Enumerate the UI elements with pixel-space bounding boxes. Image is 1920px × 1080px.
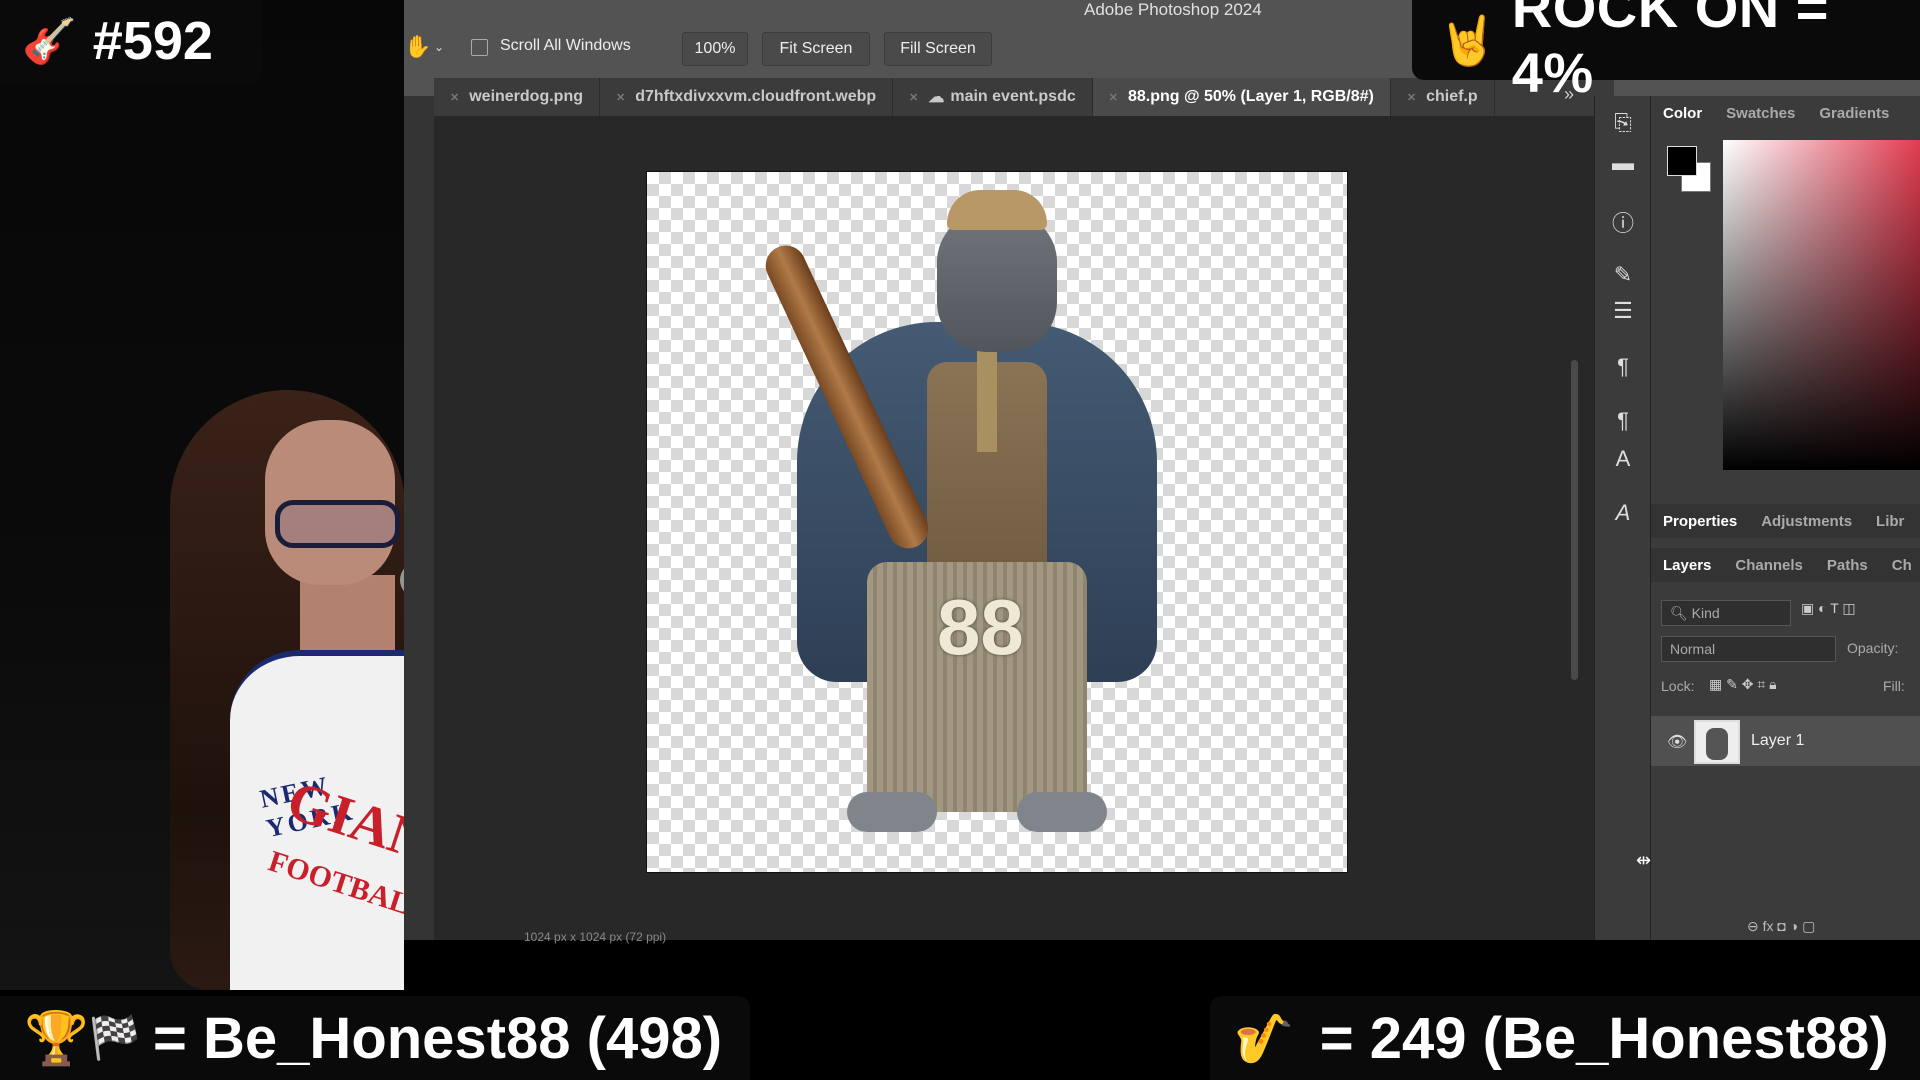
tab-label: 88.png @ 50% (Layer 1, RGB/8#) — [1127, 88, 1374, 105]
layers-panel-tabs: Layers Channels Paths Ch — [1651, 548, 1920, 582]
jersey-number: 88 — [937, 583, 1024, 671]
chevron-down-icon[interactable]: ⌄ — [434, 40, 444, 54]
rock-hand-icon: 🤘 — [1438, 14, 1498, 68]
rock-on-overlay: 🤘 ROCK ON = 4% — [1412, 0, 1920, 104]
status-bar: 1024 px x 1024 px (72 ppi) — [524, 930, 667, 944]
paragraph-icon[interactable]: ¶ — [1595, 354, 1651, 380]
bulldog-tie — [977, 342, 997, 452]
bulldog-left-paw — [847, 792, 937, 832]
tab-properties[interactable]: Properties — [1651, 513, 1749, 530]
close-icon[interactable]: ✕ — [1407, 91, 1416, 104]
properties-panel-tabs: Properties Adjustments Libr — [1651, 504, 1920, 538]
stream-number: #592 — [92, 11, 213, 71]
tab-label: chief.p — [1426, 88, 1478, 105]
kind-filter-label: Kind — [1691, 605, 1720, 621]
webcam-feed: NEW YORK GIANTS FOOTBALL — [0, 0, 404, 990]
tab-main-event[interactable]: ✕ ☁ main event.psdc — [893, 78, 1093, 116]
layer-name[interactable]: Layer 1 — [1751, 732, 1804, 750]
lock-label: Lock: — [1661, 678, 1695, 694]
hand-tool-icon[interactable]: ✋ — [404, 34, 431, 60]
search-icon: 🔍︎ — [1670, 605, 1688, 621]
layer-footer-icons[interactable]: ⊖ fx ◘ ◑ ▢ — [1747, 918, 1815, 935]
thumbnail-dog — [1706, 728, 1728, 760]
comment-icon[interactable]: ▬ — [1595, 150, 1651, 176]
leader-text: = Be_Honest88 (498) — [153, 1005, 723, 1071]
layer-thumbnail — [1694, 720, 1740, 764]
tab-label: weinerdog.png — [469, 88, 583, 105]
saxophone-icon: 🎷 — [1234, 1012, 1294, 1066]
tab-color[interactable]: Color — [1651, 105, 1714, 122]
tools-panel[interactable] — [404, 96, 434, 940]
tab-more[interactable]: Ch — [1880, 557, 1920, 574]
tab-label: d7hftxdivxxvm.cloudfront.webp — [635, 88, 877, 105]
close-icon[interactable]: ✕ — [616, 91, 625, 104]
paragraph-styles-icon[interactable]: ¶ — [1595, 408, 1651, 434]
tab-88-png[interactable]: ✕ 88.png @ 50% (Layer 1, RGB/8#) — [1092, 78, 1391, 116]
guitar-icon: 🎸 — [22, 17, 77, 66]
tab-adjustments[interactable]: Adjustments — [1749, 513, 1864, 530]
tab-chief[interactable]: ✕ chief.p — [1391, 78, 1495, 116]
history-icon[interactable]: ⎘ — [1595, 110, 1651, 136]
rock-on-text: ROCK ON = 4% — [1511, 0, 1829, 104]
document-canvas[interactable]: 88 — [647, 172, 1347, 872]
scroll-all-windows-checkbox[interactable] — [471, 39, 488, 56]
close-icon[interactable]: ✕ — [909, 91, 918, 104]
zoom-100-button[interactable]: 100% — [682, 32, 748, 66]
bulldog-right-paw — [1017, 792, 1107, 832]
visibility-eye-icon[interactable]: 👁︎ — [1667, 732, 1687, 752]
layer-filter-icons[interactable]: ▣ ◐ T ◫ — [1801, 600, 1856, 617]
close-icon[interactable]: ✕ — [1109, 91, 1118, 104]
character-styles-icon[interactable]: A — [1595, 446, 1651, 472]
right-panels: Color Swatches Gradients Properties Adju… — [1650, 96, 1920, 940]
brush-settings-icon[interactable]: ✎ — [1595, 262, 1651, 288]
panel-dock: ⎘ ▬ ⓘ ✎ ☰ ¶ ¶ A A — [1594, 96, 1650, 940]
tab-weinerdog[interactable]: ✕ weinerdog.png — [434, 78, 600, 116]
bulldog-hat — [947, 190, 1047, 230]
adjust-icon[interactable]: ☰ — [1595, 298, 1651, 324]
tab-cloudfront[interactable]: ✕ d7hftxdivxxvm.cloudfront.webp — [600, 78, 894, 116]
sax-overlay: 🎷 = 249 (Be_Honest88) — [1210, 996, 1920, 1080]
resize-cursor-icon: ⇹ — [1636, 850, 1652, 870]
tab-label: main event.psdc — [950, 88, 1076, 105]
tab-gradients[interactable]: Gradients — [1807, 105, 1901, 122]
tab-layers[interactable]: Layers — [1651, 557, 1723, 574]
trophy-icon: 🏆 — [24, 1009, 89, 1068]
lock-icons[interactable]: ▦ ✎ ✥ ⌗ 🔒︎ — [1709, 676, 1777, 693]
checkered-flag-icon: 🏁 — [88, 1013, 142, 1061]
cloud-icon: ☁ — [928, 89, 945, 106]
opacity-label: Opacity: — [1847, 640, 1899, 656]
leader-overlay: 🏆 🏁 = Be_Honest88 (498) — [0, 996, 750, 1080]
blend-mode-select[interactable]: Normal — [1661, 636, 1836, 662]
tab-libraries[interactable]: Libr — [1864, 513, 1916, 530]
fit-screen-button[interactable]: Fit Screen — [762, 32, 870, 66]
fill-screen-button[interactable]: Fill Screen — [884, 32, 992, 66]
glyphs-icon[interactable]: A — [1595, 500, 1651, 526]
stream-number-overlay: 🎸 #592 — [0, 0, 262, 82]
foreground-color-swatch[interactable] — [1667, 146, 1697, 176]
kind-filter[interactable]: 🔍︎ Kind — [1661, 600, 1791, 626]
tab-paths[interactable]: Paths — [1815, 557, 1880, 574]
info-icon[interactable]: ⓘ — [1595, 206, 1651, 238]
fill-label: Fill: — [1883, 678, 1905, 694]
app-title: Adobe Photoshop 2024 — [1084, 0, 1262, 19]
color-picker-field[interactable] — [1723, 140, 1920, 470]
tab-channels[interactable]: Channels — [1723, 557, 1815, 574]
vertical-scrollbar[interactable] — [1571, 360, 1578, 680]
scroll-all-windows-label[interactable]: Scroll All Windows — [500, 37, 631, 55]
bulldog-head — [937, 212, 1057, 352]
close-icon[interactable]: ✕ — [450, 91, 459, 104]
document-tabs: ✕ weinerdog.png ✕ d7hftxdivxxvm.cloudfront… — [434, 78, 1614, 116]
streamer-glasses — [275, 500, 400, 548]
sax-count-text: = 249 (Be_Honest88) — [1319, 1005, 1889, 1071]
tab-swatches[interactable]: Swatches — [1714, 105, 1807, 122]
